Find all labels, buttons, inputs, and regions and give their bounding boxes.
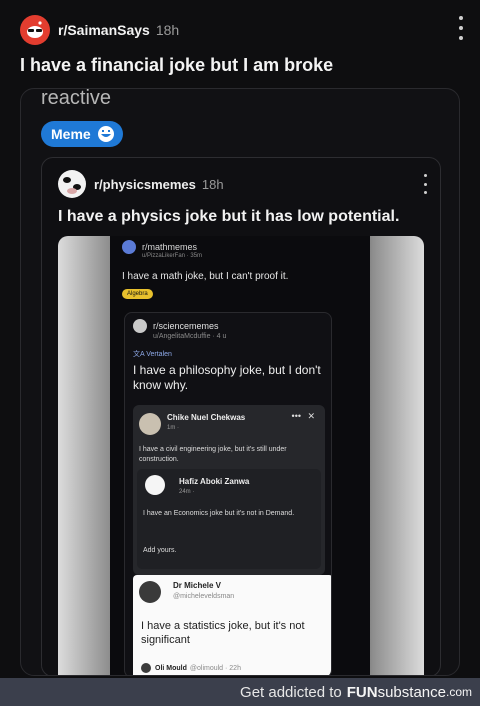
post-age: 18h [155,22,180,38]
reply-user-avatar [141,663,151,673]
watermark-brand-bold: FUN [346,683,378,701]
flair-badge[interactable]: Meme [41,121,123,147]
reply-text: I have an Economics joke but it's not in… [143,510,295,517]
sciencememes-title: I have a philosophy joke, but I don't kn… [133,363,321,392]
translate-label: Vertalen [146,351,172,358]
tweet-reply-row: Oli Mould @olimould · 22h [141,663,241,673]
nested-post-age: 18h [201,176,224,192]
mathmemes-subreddit: r/mathmemes [142,242,198,252]
grinning-face-icon [97,126,114,142]
sciencememes-subreddit: r/sciencememes [153,321,219,331]
fb-close-icon: ✕ [307,411,315,421]
overlay-text: reactive [41,88,112,109]
translate-icon: 文A [133,351,147,358]
fb-more-icon: ••• [291,411,301,421]
watermark-prefix: Get addicted to [240,683,342,701]
commenter-avatar [139,413,161,435]
facebook-reply: Hafiz Aboki Zanwa 24m · I have an Econom… [137,469,321,569]
tweet-name: Dr Michele V [173,581,222,590]
cow-icon [59,171,85,197]
mathmemes-title: I have a math joke, but I can't proof it… [122,271,289,282]
nested-subreddit-name[interactable]: r/physicsmemes [94,177,196,192]
watermark-tld: .com [445,685,472,699]
sciencememes-avatar [133,319,147,333]
mathmemes-user: u/PizzaLikerFan · 35m [142,253,203,259]
reply-user-handle: @olimould · 22h [189,664,241,672]
reply-time: 24m · [179,489,195,495]
reply-user-name: Oli Mould [155,664,187,672]
comment-time: 1m · [167,425,179,431]
nested-post-title[interactable]: I have a physics joke but it has low pot… [58,208,399,226]
facebook-comment: Chike Nuel Chekwas 1m · ••• ✕ I have a c… [133,405,325,575]
mathmemes-avatar [122,240,136,254]
post-image[interactable]: r/mathmemes u/PizzaLikerFan · 35m I have… [58,236,424,675]
reply-name: Hafiz Aboki Zanwa [179,477,250,486]
commenter-name: Chike Nuel Chekwas [167,413,246,422]
comment-text: I have a civil engineering joke, but it'… [139,446,287,463]
nested-crosspost-card[interactable]: r/physicsmemes 18h I have a physics joke… [41,157,441,675]
crosspost-card[interactable]: reactive Meme r/physicsmemes 18h I have … [20,88,460,676]
screenshot-image: r/mathmemes u/PizzaLikerFan · 35m I have… [110,236,370,675]
tweet-handle: @micheleveldsman [173,593,235,600]
snoo-icon [27,21,43,38]
tweet-text: I have a statistics joke, but it's not s… [141,620,305,646]
physicsmemes-avatar[interactable] [58,170,86,198]
post-title[interactable]: I have a financial joke but I am broke [20,55,333,76]
nested-more-options-icon[interactable] [420,174,430,194]
reply-add: Add yours. [143,547,177,554]
watermark-bar: Get addicted to FUN substance .com [0,678,480,706]
flair-label: Meme [51,126,91,142]
nested-post-header: r/physicsmemes 18h [58,170,224,198]
reply-avatar [145,475,165,495]
subreddit-avatar[interactable] [20,15,50,45]
mathmemes-post: r/mathmemes u/PizzaLikerFan · 35m I have… [122,240,362,300]
mathmemes-flair: Algebra [122,289,153,299]
sciencememes-user: u/AngelitaMcduffie · 4 u [153,333,227,340]
post-header: r/SaimanSays 18h [20,15,180,45]
tweet-card: Dr Michele V @micheleveldsman I have a s… [133,575,331,675]
sciencememes-post: r/sciencememes u/AngelitaMcduffie · 4 u … [124,312,332,675]
watermark-brand: substance [377,683,446,701]
more-options-icon[interactable] [456,16,466,40]
subreddit-name[interactable]: r/SaimanSays [58,22,150,38]
translate-link: 文A Vertalen [133,349,172,359]
tweet-avatar [139,581,161,603]
